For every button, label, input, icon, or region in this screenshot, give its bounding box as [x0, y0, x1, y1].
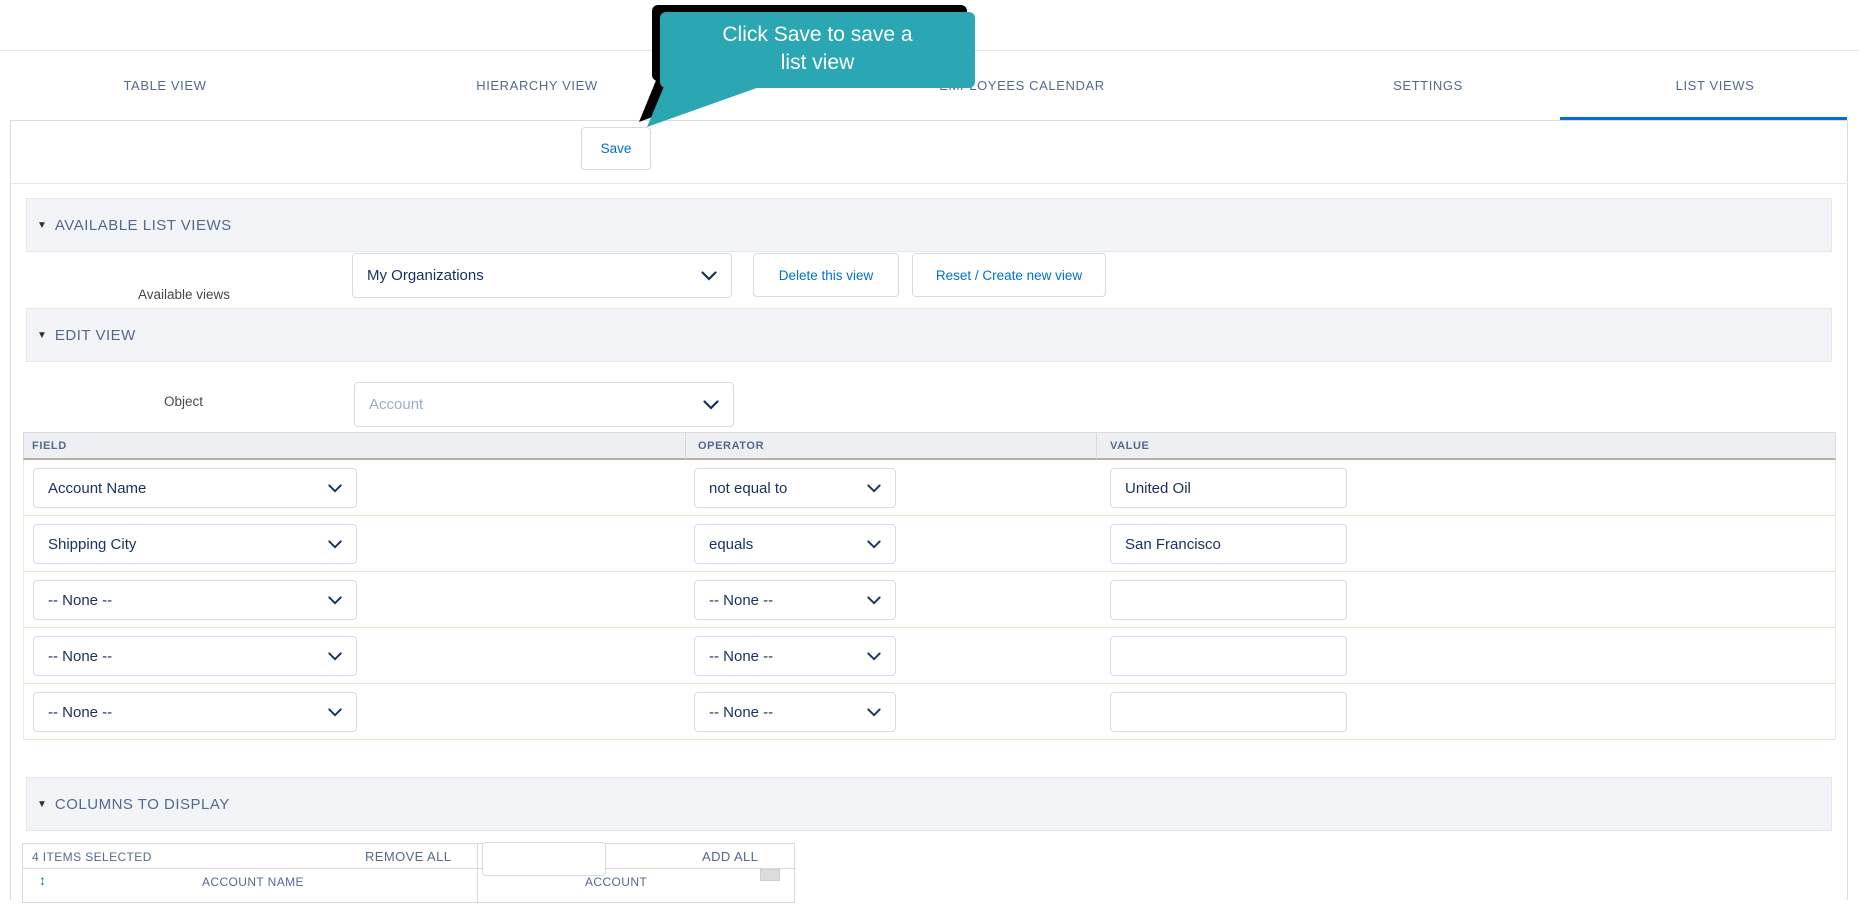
- value-input[interactable]: [1110, 524, 1347, 564]
- columns-picklist: 4 ITEMS SELECTED REMOVE ALL ADD ALL ↕ AC…: [22, 842, 796, 904]
- caret-down-icon: ▼: [37, 219, 47, 231]
- operator-select[interactable]: -- None --: [694, 636, 896, 676]
- columns-search-input[interactable]: [482, 842, 606, 876]
- chevron-down-icon: [328, 707, 342, 716]
- field-value: Shipping City: [48, 535, 137, 553]
- section-header-edit-view[interactable]: ▼ EDIT VIEW: [26, 308, 1832, 362]
- chevron-down-icon: [328, 539, 342, 548]
- tab-table-view[interactable]: TABLE VIEW: [123, 78, 206, 93]
- selected-column-item[interactable]: ACCOUNT NAME: [202, 875, 304, 889]
- chevron-down-icon: [867, 595, 881, 604]
- operator-value: -- None --: [709, 703, 774, 721]
- filter-row: Account Name not equal to: [24, 460, 1835, 516]
- filter-col-operator: OPERATOR: [698, 440, 765, 452]
- field-select[interactable]: -- None --: [33, 692, 357, 732]
- object-selected-value: Account: [369, 396, 424, 413]
- filter-row: -- None -- -- None --: [24, 628, 1835, 684]
- caret-down-icon: ▼: [37, 329, 47, 341]
- tooltip-text-line2: list view: [780, 51, 855, 74]
- chevron-down-icon: [867, 539, 881, 548]
- filter-table-header: FIELD OPERATOR VALUE: [23, 432, 1836, 460]
- object-label: Object: [164, 394, 204, 409]
- available-views-selected-value: My Organizations: [367, 267, 484, 284]
- object-select[interactable]: Account: [354, 382, 734, 427]
- chevron-down-icon: [328, 483, 342, 492]
- tab-hierarchy-view[interactable]: HIERARCHY VIEW: [476, 78, 598, 93]
- chevron-down-icon: [328, 595, 342, 604]
- add-all-button[interactable]: ADD ALL: [702, 849, 758, 864]
- section-title: EDIT VIEW: [54, 326, 136, 344]
- tab-list-views[interactable]: LIST VIEWS: [1676, 78, 1755, 93]
- operator-select[interactable]: not equal to: [694, 468, 896, 508]
- items-selected-count: 4 ITEMS SELECTED: [32, 850, 152, 864]
- delete-view-button[interactable]: Delete this view: [753, 253, 899, 297]
- picklist-header-divider: [23, 868, 796, 869]
- tooltip-text-line1: Click Save to save a: [722, 23, 913, 46]
- available-column-item[interactable]: ACCOUNT: [585, 875, 647, 889]
- picklist-divider: [477, 844, 478, 904]
- operator-value: -- None --: [709, 591, 774, 609]
- caret-down-icon: ▼: [37, 798, 47, 810]
- filter-rows: Account Name not equal to Shipping City …: [23, 460, 1836, 740]
- section-header-columns-to-display[interactable]: ▼ COLUMNS TO DISPLAY: [26, 777, 1832, 831]
- tooltip-callout: Click Save to save a list view: [660, 12, 975, 88]
- save-row-divider: [10, 183, 1848, 184]
- tab-settings[interactable]: SETTINGS: [1393, 78, 1463, 93]
- header-column-divider: [685, 433, 686, 459]
- chevron-down-icon: [867, 707, 881, 716]
- chevron-down-icon: [867, 651, 881, 660]
- field-value: Account Name: [48, 479, 147, 497]
- filter-row: -- None -- -- None --: [24, 684, 1835, 740]
- remove-all-button[interactable]: REMOVE ALL: [365, 849, 451, 864]
- value-input[interactable]: [1110, 468, 1347, 508]
- chevron-down-icon: [328, 651, 342, 660]
- chevron-down-icon: [867, 483, 881, 492]
- sort-updown-icon[interactable]: ↕: [39, 872, 46, 888]
- value-input[interactable]: [1110, 636, 1347, 676]
- section-title: COLUMNS TO DISPLAY: [54, 795, 230, 813]
- operator-select[interactable]: -- None --: [694, 580, 896, 620]
- header-column-divider: [1096, 433, 1097, 459]
- field-value: -- None --: [48, 591, 113, 609]
- field-select[interactable]: Account Name: [33, 468, 357, 508]
- field-select[interactable]: -- None --: [33, 636, 357, 676]
- filter-row: Shipping City equals: [24, 516, 1835, 572]
- section-title: AVAILABLE LIST VIEWS: [54, 216, 232, 234]
- operator-select[interactable]: equals: [694, 524, 896, 564]
- filter-row: -- None -- -- None --: [24, 572, 1835, 628]
- operator-value: equals: [709, 535, 754, 553]
- available-views-select[interactable]: My Organizations: [352, 253, 732, 298]
- filter-col-field: FIELD: [32, 440, 67, 452]
- scrollbar-thumb[interactable]: [760, 869, 780, 881]
- chevron-down-icon: [701, 270, 717, 281]
- field-value: -- None --: [48, 703, 113, 721]
- field-select[interactable]: Shipping City: [33, 524, 357, 564]
- field-select[interactable]: -- None --: [33, 580, 357, 620]
- filter-col-value: VALUE: [1110, 440, 1150, 452]
- value-input[interactable]: [1110, 692, 1347, 732]
- operator-select[interactable]: -- None --: [694, 692, 896, 732]
- field-value: -- None --: [48, 647, 113, 665]
- value-input[interactable]: [1110, 580, 1347, 620]
- chevron-down-icon: [703, 399, 719, 410]
- available-views-label: Available views: [138, 287, 231, 302]
- operator-value: -- None --: [709, 647, 774, 665]
- reset-create-view-button[interactable]: Reset / Create new view: [912, 253, 1106, 297]
- section-header-available-list-views[interactable]: ▼ AVAILABLE LIST VIEWS: [26, 198, 1832, 252]
- operator-value: not equal to: [709, 479, 788, 497]
